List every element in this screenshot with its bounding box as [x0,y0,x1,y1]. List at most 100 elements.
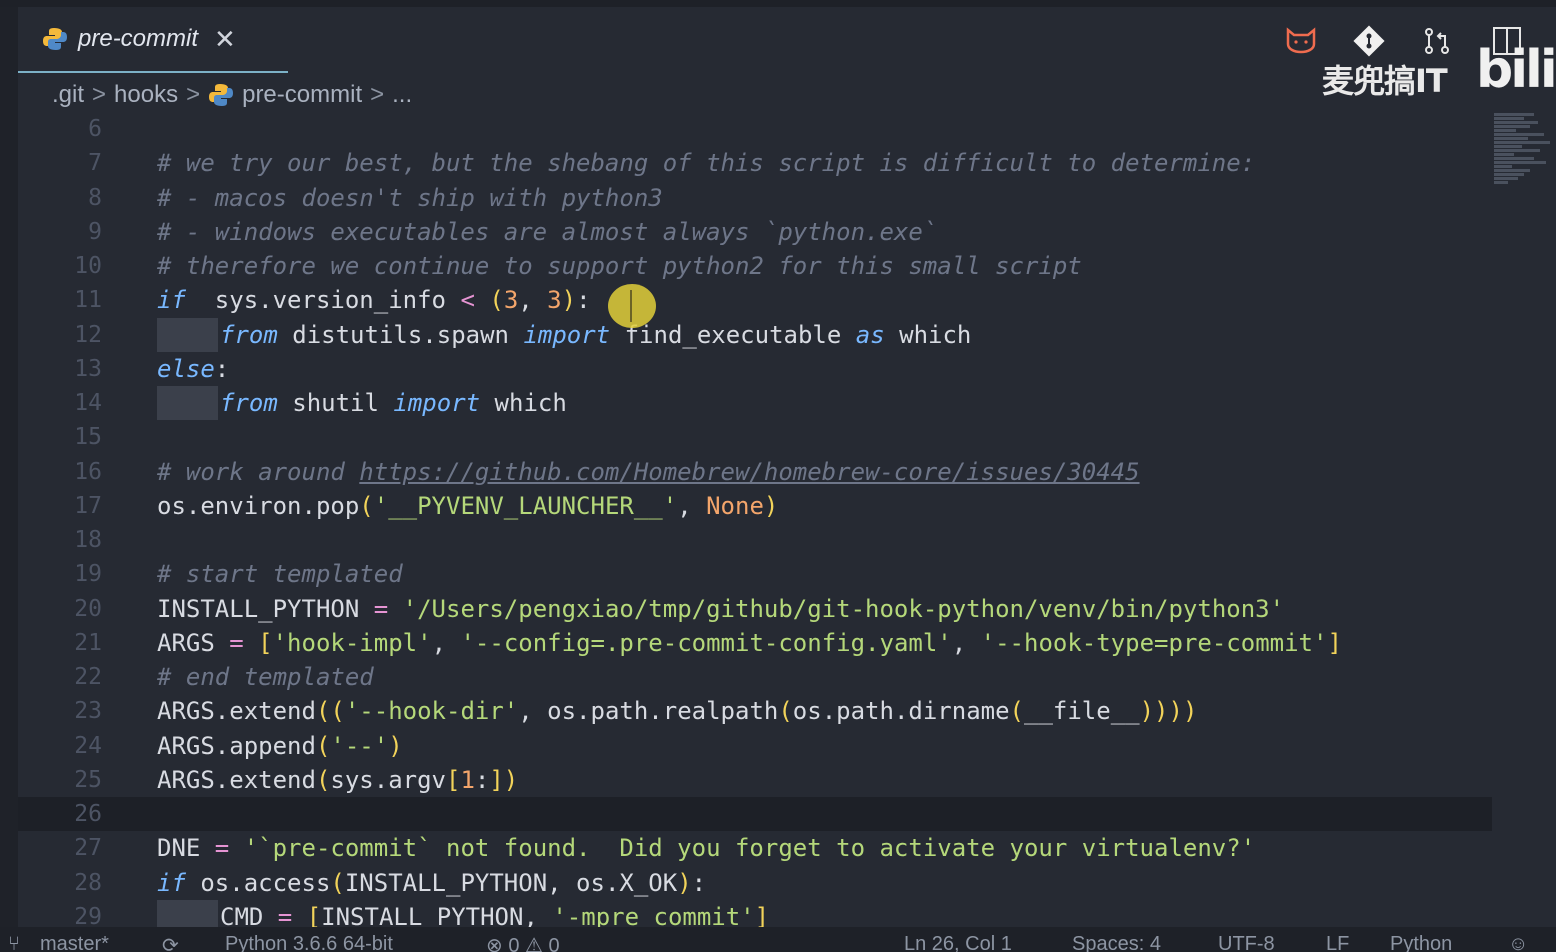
line-number: 10 [74,253,102,279]
feedback-icon[interactable]: ☺ [1508,933,1528,952]
code-line[interactable]: 15 [18,420,1492,454]
line-number: 24 [74,732,102,759]
status-encoding[interactable]: UTF-8 [1218,933,1275,952]
status-interpreter[interactable]: Python 3.6.6 64-bit [225,933,393,952]
code-token: from [220,320,278,349]
code-line[interactable]: 9 # - windows executables are almost alwa… [18,215,1492,249]
code-line[interactable]: 8 # - macos doesn't ship with python3 [18,181,1492,215]
code-line[interactable]: 25 ARGS.extend(sys.argv[1:]) [18,763,1492,797]
status-language[interactable]: Python [1390,933,1452,952]
minimap[interactable] [1494,112,1556,202]
code-token: # end templated [157,663,374,691]
chevron-right-icon: > [92,81,107,108]
code-token: os.path.dirname [792,697,1010,726]
code-token: [ [446,765,461,794]
code-token: '__PYVENV_LAUNCHER__' [373,491,678,520]
code-line[interactable]: 7 # we try our best, but the shebang of t… [18,146,1492,180]
git-pull-request-icon[interactable] [1420,24,1454,58]
code-token: : [214,354,230,383]
code-line[interactable]: 21 ARGS = ['hook-impl', '--config=.pre-co… [18,626,1492,660]
code-line[interactable]: 6 [18,112,1492,146]
line-number: 21 [74,629,102,656]
code-token: # - windows executables are almost alway… [157,217,938,246]
breadcrumb-item-hooks[interactable]: hooks [114,81,178,109]
code-token: 3 [503,286,519,315]
tab-label: pre-commit [78,25,199,52]
code-token: ARGS.extend [157,765,316,794]
code-token: : [474,765,490,794]
code-line[interactable]: 26 [18,797,1492,832]
code-token: [ [258,628,273,657]
code-text: ARGS = ['hook-impl', '--config=.pre-comm… [157,626,1342,660]
code-token: (( [315,697,345,726]
code-token: # start templated [157,560,403,589]
code-token: else [157,354,215,383]
code-text: else: [157,352,229,386]
status-problems[interactable]: ⊗ 0 ⚠ 0 [486,933,560,952]
mouse-cursor-highlight [608,284,656,328]
breadcrumb-item-symbol[interactable]: ... [392,81,412,109]
line-number: 13 [74,355,102,382]
code-text: # end templated [157,660,374,694]
code-line[interactable]: 27 DNE = '`pre-commit` not found. Did you… [18,831,1492,865]
status-position[interactable]: Ln 26, Col 1 [904,933,1012,952]
python-file-icon [208,82,234,108]
code-line[interactable]: 12 from distutils.spawn import find_execu… [18,317,1492,352]
code-token: # work around [157,457,360,486]
watermark-text: 麦兜搞IT [1322,62,1448,100]
code-line[interactable]: 28 if os.access(INSTALL_PYTHON, os.X_OK): [18,866,1492,900]
line-number: 16 [74,458,102,485]
code-text: from shutil import which [157,386,567,420]
indent-guide [157,317,218,352]
status-bar: ⑂ master* ⟳ Python 3.6.6 64-bit ⊗ 0 ⚠ 0 … [0,927,1556,952]
line-number: 9 [88,218,102,245]
code-token: ARGS.append [157,731,316,760]
code-line[interactable]: 10 # therefore we continue to support pyt… [18,249,1492,283]
cat-icon[interactable] [1284,24,1318,58]
code-line[interactable]: 14 from shutil import which [18,386,1492,420]
line-number: 28 [74,869,102,896]
code-text: # - windows executables are almost alway… [157,215,937,249]
code-token: '--config=.pre-commit-config.yaml' [460,628,952,657]
code-token: , [951,628,981,657]
code-token: None [706,491,764,520]
code-line[interactable]: 11 if sys.version_info < (3, 3): [18,283,1492,317]
close-icon[interactable]: ✕ [214,26,236,52]
status-spaces[interactable]: Spaces: 4 [1072,933,1161,952]
code-line[interactable]: 18 [18,523,1492,557]
code-line[interactable]: 23 ARGS.extend(('--hook-dir', os.path.rea… [18,694,1492,728]
git-compare-icon[interactable] [1352,24,1386,58]
code-line[interactable]: 19 # start templated [18,557,1492,591]
code-token: ARGS.extend [157,697,316,726]
activity-bar-edge [0,7,18,927]
chevron-right-icon: > [370,81,385,108]
code-token: ( [315,765,331,794]
code-line[interactable]: 13 else: [18,352,1492,386]
code-token: : [576,286,591,315]
code-token: import [523,320,611,349]
code-token: which [480,389,567,417]
code-token: sys.argv [330,765,446,794]
tab-pre-commit[interactable]: pre-commit ✕ [18,7,288,73]
code-line[interactable]: 16 # work around https://github.com/Homeb… [18,455,1492,489]
line-number: 11 [74,287,102,314]
breadcrumb-item-git[interactable]: .git [52,81,84,109]
status-branch[interactable]: master* [40,933,109,952]
breadcrumb-item-file[interactable]: pre-commit [242,81,362,109]
code-token: shutil [277,389,394,417]
status-eol[interactable]: LF [1326,933,1349,952]
code-line[interactable]: 20 INSTALL_PYTHON = '/Users/pengxiao/tmp/… [18,592,1492,626]
code-text: INSTALL_PYTHON = '/Users/pengxiao/tmp/gi… [157,592,1284,626]
code-editor[interactable]: 6 7 # we try our best, but the shebang of … [18,112,1492,934]
code-line[interactable]: 24 ARGS.append('--') [18,729,1492,763]
code-token: 3 [547,286,562,315]
sync-icon[interactable]: ⟳ [162,933,179,952]
code-token: '--hook-type=pre-commit' [980,628,1328,657]
code-line[interactable]: 17 os.environ.pop('__PYVENV_LAUNCHER__', … [18,489,1492,523]
code-token: '--hook-dir' [344,697,519,726]
bilibili-logo: bili [1476,40,1556,100]
code-line[interactable]: 22 # end templated [18,660,1492,694]
code-token: ( [330,868,345,897]
line-number: 6 [88,116,102,142]
branch-icon[interactable]: ⑂ [8,933,20,952]
